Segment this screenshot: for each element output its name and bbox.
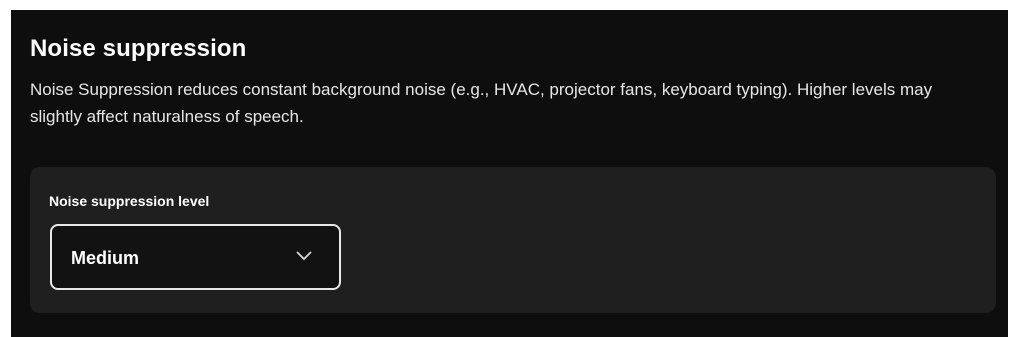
noise-level-dropdown[interactable]: Medium xyxy=(50,224,341,290)
noise-suppression-panel: Noise suppression Noise Suppression redu… xyxy=(11,10,1008,337)
chevron-down-icon xyxy=(296,251,312,260)
noise-level-label: Noise suppression level xyxy=(49,193,210,209)
section-title: Noise suppression xyxy=(30,35,247,62)
noise-level-selected-value: Medium xyxy=(71,248,140,268)
section-description: Noise Suppression reduces constant backg… xyxy=(30,80,933,126)
noise-level-card: Noise suppression level Medium xyxy=(30,167,996,313)
